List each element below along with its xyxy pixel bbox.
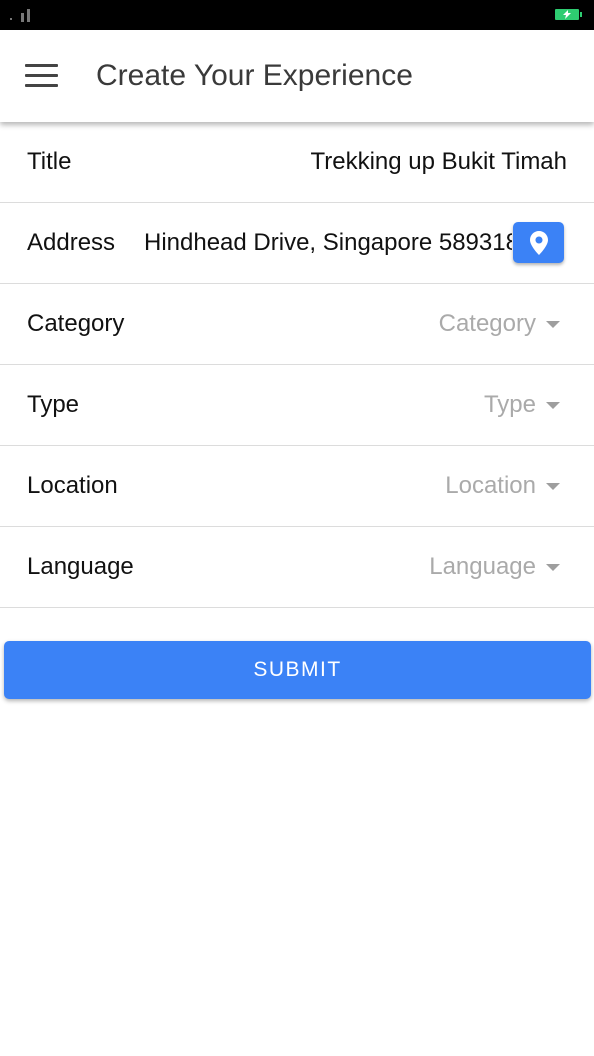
type-placeholder: Type bbox=[483, 391, 536, 418]
type-label: Type bbox=[27, 391, 80, 418]
category-label: Category bbox=[27, 310, 125, 337]
chevron-down-icon bbox=[546, 482, 560, 490]
language-row[interactable]: Language Language bbox=[0, 527, 594, 608]
address-label: Address bbox=[27, 229, 116, 256]
app-bar: Create Your Experience bbox=[0, 30, 594, 122]
type-row[interactable]: Type Type bbox=[0, 365, 594, 446]
type-dropdown[interactable]: Type bbox=[484, 391, 560, 419]
language-placeholder: Language bbox=[429, 553, 536, 580]
category-placeholder: Category bbox=[438, 310, 536, 337]
experience-form: Title Trekking up Bukit Timah Address Hi… bbox=[0, 122, 594, 608]
battery-charging-icon bbox=[555, 9, 582, 20]
map-pin-button[interactable] bbox=[513, 222, 564, 263]
chevron-down-icon bbox=[546, 320, 560, 328]
language-dropdown[interactable]: Language bbox=[429, 553, 560, 581]
title-row[interactable]: Title Trekking up Bukit Timah bbox=[0, 122, 594, 203]
location-row[interactable]: Location Location bbox=[0, 446, 594, 527]
address-field[interactable]: Hindhead Drive, Singapore 589318 bbox=[144, 229, 512, 257]
title-field[interactable]: Trekking up Bukit Timah bbox=[310, 148, 567, 176]
chevron-down-icon bbox=[546, 563, 560, 571]
chevron-down-icon bbox=[546, 401, 560, 409]
category-dropdown[interactable]: Category bbox=[439, 310, 560, 338]
language-label: Language bbox=[27, 553, 134, 580]
category-row[interactable]: Category Category bbox=[0, 284, 594, 365]
location-dropdown[interactable]: Location bbox=[445, 472, 560, 500]
title-label: Title bbox=[27, 148, 72, 175]
address-row[interactable]: Address Hindhead Drive, Singapore 589318 bbox=[0, 203, 594, 284]
map-pin-icon bbox=[529, 230, 548, 255]
page-title: Create Your Experience bbox=[96, 59, 413, 92]
signal-icon bbox=[10, 9, 30, 22]
location-placeholder: Location bbox=[445, 472, 536, 499]
status-bar bbox=[0, 0, 594, 30]
location-label: Location bbox=[27, 472, 118, 499]
hamburger-menu-icon[interactable] bbox=[25, 64, 58, 88]
submit-button[interactable]: SUBMIT bbox=[4, 641, 591, 699]
